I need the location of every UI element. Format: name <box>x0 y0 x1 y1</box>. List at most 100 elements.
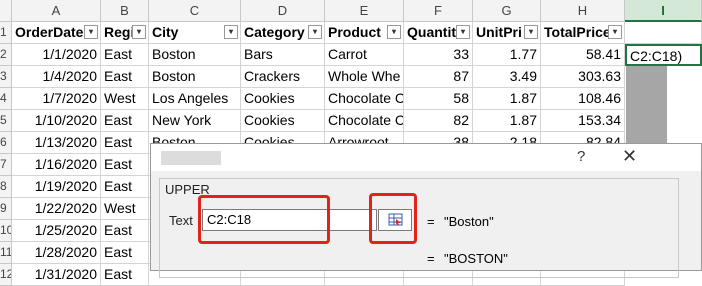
table-cell[interactable]: 58.41 <box>541 44 625 66</box>
annotation-box-collapse <box>369 193 417 244</box>
row-header[interactable]: 8 <box>0 176 12 198</box>
table-cell[interactable]: 33 <box>404 44 473 66</box>
row-header[interactable]: 1 <box>0 22 12 44</box>
help-button[interactable]: ? <box>577 148 585 165</box>
table-cell[interactable]: Whole Whe <box>325 66 404 88</box>
filter-dropdown-icon[interactable]: ▾ <box>524 25 538 39</box>
equals-sign: = <box>427 214 435 229</box>
row-header[interactable]: 4 <box>0 88 12 110</box>
filter-dropdown-icon[interactable]: ▾ <box>84 25 98 39</box>
table-cell[interactable]: East <box>101 176 149 198</box>
table-cell[interactable]: East <box>101 110 149 132</box>
table-cell[interactable]: 3.49 <box>473 66 541 88</box>
table-cell[interactable]: 1.87 <box>473 88 541 110</box>
table-header-cell[interactable]: TotalPrice ▾ <box>541 22 625 44</box>
table-cell[interactable]: 1/13/2020 <box>12 132 101 154</box>
equals-sign: = <box>427 251 435 266</box>
table-cell[interactable]: West <box>101 88 149 110</box>
table-cell[interactable]: 1/22/2020 <box>12 198 101 220</box>
table-header-cell[interactable]: OrderDate ▾ <box>12 22 101 44</box>
table-cell[interactable]: 87 <box>404 66 473 88</box>
table-cell[interactable]: East <box>101 154 149 176</box>
table-cell[interactable]: West <box>101 198 149 220</box>
table-cell[interactable]: East <box>101 264 149 286</box>
select-all-corner[interactable] <box>0 0 12 22</box>
filter-dropdown-icon[interactable]: ▾ <box>387 25 401 39</box>
table-header-cell[interactable]: Product ▾ <box>325 22 404 44</box>
table-cell[interactable]: Chocolate C <box>325 88 404 110</box>
table-cell[interactable]: 108.46 <box>541 88 625 110</box>
table-cell[interactable]: Carrot <box>325 44 404 66</box>
table-header-cell[interactable]: UnitPri ▾ <box>473 22 541 44</box>
table-cell[interactable]: East <box>101 66 149 88</box>
header-label: Regi <box>104 24 135 40</box>
table-header-cell[interactable]: Regi ▾ <box>101 22 149 44</box>
column-header-b[interactable]: B <box>101 0 149 22</box>
table-cell[interactable]: Bars <box>241 44 325 66</box>
table-cell[interactable]: 1.77 <box>473 44 541 66</box>
table-cell[interactable]: East <box>101 44 149 66</box>
table-cell[interactable]: 1.87 <box>473 110 541 132</box>
table-cell[interactable]: 153.34 <box>541 110 625 132</box>
table-cell[interactable]: Los Angeles <box>149 88 241 110</box>
argument-evaluated-value: "Boston" <box>444 214 494 229</box>
table-cell[interactable]: 1/19/2020 <box>12 176 101 198</box>
header-label: OrderDate <box>15 24 84 40</box>
table-cell[interactable]: East <box>101 242 149 264</box>
table-cell[interactable]: East <box>101 220 149 242</box>
row-header[interactable]: 10 <box>0 220 12 242</box>
row-header[interactable]: 5 <box>0 110 12 132</box>
dialog-titlebar[interactable]: ? ✕ <box>151 144 701 171</box>
table-header-cell[interactable]: Quantit ▾ <box>404 22 473 44</box>
table-cell[interactable]: Boston <box>149 44 241 66</box>
column-header-f[interactable]: F <box>404 0 473 22</box>
column-header-a[interactable]: A <box>12 0 101 22</box>
table-cell[interactable]: 1/1/2020 <box>12 44 101 66</box>
table-cell[interactable]: Crackers <box>241 66 325 88</box>
table-cell[interactable]: 1/31/2020 <box>12 264 101 286</box>
argument-label: Text <box>169 213 193 228</box>
row-header[interactable]: 3 <box>0 66 12 88</box>
close-button[interactable]: ✕ <box>622 146 637 167</box>
table-cell[interactable]: 1/28/2020 <box>12 242 101 264</box>
formula-result: "BOSTON" <box>444 251 508 266</box>
table-cell[interactable]: 1/4/2020 <box>12 66 101 88</box>
column-header-c[interactable]: C <box>149 0 241 22</box>
header-label: Product <box>328 24 381 40</box>
header-label: Category <box>244 24 305 40</box>
table-cell[interactable]: Cookies <box>241 110 325 132</box>
table-header-cell[interactable]: City ▾ <box>149 22 241 44</box>
filter-dropdown-icon[interactable]: ▾ <box>224 25 238 39</box>
table-cell[interactable]: 82 <box>404 110 473 132</box>
table-cell[interactable]: 1/25/2020 <box>12 220 101 242</box>
row-header[interactable]: 11 <box>0 242 12 264</box>
table-cell[interactable] <box>625 22 702 44</box>
row-header[interactable]: 9 <box>0 198 12 220</box>
table-cell[interactable]: East <box>101 132 149 154</box>
table-cell[interactable]: 303.63 <box>541 66 625 88</box>
filter-dropdown-icon[interactable]: ▾ <box>308 25 322 39</box>
table-header-cell[interactable]: Category ▾ <box>241 22 325 44</box>
table-cell[interactable]: 1/10/2020 <box>12 110 101 132</box>
row-header[interactable]: 12 <box>0 264 12 286</box>
header-label: Quantit <box>407 24 456 40</box>
column-header-i[interactable]: I <box>625 0 702 22</box>
filter-dropdown-icon[interactable]: ▾ <box>132 25 146 39</box>
table-cell[interactable]: Boston <box>149 66 241 88</box>
column-header-e[interactable]: E <box>325 0 404 22</box>
column-header-h[interactable]: H <box>541 0 625 22</box>
column-header-g[interactable]: G <box>473 0 541 22</box>
table-cell[interactable]: 58 <box>404 88 473 110</box>
table-cell[interactable]: 1/16/2020 <box>12 154 101 176</box>
row-header[interactable]: 2 <box>0 44 12 66</box>
table-cell[interactable]: Cookies <box>241 88 325 110</box>
table-cell[interactable]: New York <box>149 110 241 132</box>
row-header[interactable]: 6 <box>0 132 12 154</box>
table-cell[interactable]: 1/7/2020 <box>12 88 101 110</box>
row-header[interactable]: 7 <box>0 154 12 176</box>
column-header-d[interactable]: D <box>241 0 325 22</box>
filter-dropdown-icon[interactable]: ▾ <box>456 25 470 39</box>
filter-dropdown-icon[interactable]: ▾ <box>608 25 622 39</box>
active-cell-i2[interactable]: C2:C18) <box>625 44 702 66</box>
table-cell[interactable]: Chocolate C <box>325 110 404 132</box>
